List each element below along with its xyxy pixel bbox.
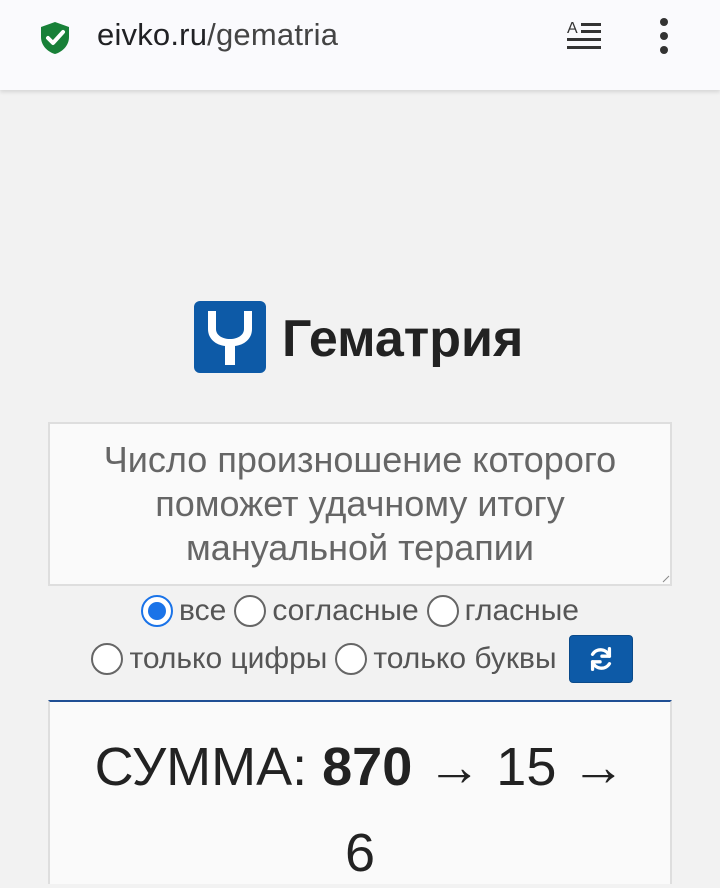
radio-vowels[interactable] — [426, 595, 459, 627]
radio-consonants[interactable] — [234, 595, 267, 627]
sum-value: 870 — [322, 737, 413, 797]
option-letters-only-label: только буквы — [373, 642, 557, 675]
more-menu-icon[interactable] — [650, 15, 678, 59]
reduced-sum-1: 15 — [496, 737, 557, 797]
option-digits-only[interactable]: только цифры — [91, 642, 327, 676]
option-letters-only[interactable]: только буквы — [335, 642, 557, 676]
sum-label: СУММА: — [94, 737, 308, 797]
logo-glyph-icon — [208, 311, 252, 365]
reduced-sum-2: 6 — [344, 823, 376, 883]
url-path: /gematria — [207, 17, 339, 52]
sum-line: СУММА: 870 → 15 → — [50, 732, 670, 802]
refresh-icon — [590, 647, 611, 671]
svg-text:A: A — [567, 20, 578, 37]
site-logo[interactable] — [194, 301, 266, 373]
resize-grip-icon[interactable] — [662, 575, 670, 583]
phrase-input[interactable]: Число произношение которого поможет удач… — [48, 422, 672, 586]
count-options-row-1: все согласные гласные — [0, 588, 720, 634]
option-all[interactable]: все — [141, 594, 226, 628]
shield-check-icon[interactable] — [38, 20, 72, 56]
arrow-1: → — [427, 737, 482, 797]
radio-letters-only[interactable] — [335, 643, 368, 675]
arrow-2: → — [571, 737, 626, 797]
result-panel: СУММА: 870 → 15 → 6 — [48, 700, 672, 884]
option-digits-only-label: только цифры — [129, 642, 328, 675]
radio-digits-only[interactable] — [91, 643, 124, 675]
option-vowels[interactable]: гласные — [426, 594, 579, 628]
option-consonants[interactable]: согласные — [234, 594, 419, 628]
option-vowels-label: гласные — [464, 594, 579, 627]
radio-all[interactable] — [141, 595, 174, 627]
url-field[interactable]: eivko.ru/gematria — [97, 17, 338, 53]
option-all-label: все — [179, 594, 227, 627]
browser-toolbar: eivko.ru/gematria A — [0, 0, 720, 90]
url-host: eivko.ru — [97, 17, 208, 52]
count-options-row-2: только цифры только буквы — [0, 635, 720, 683]
reader-mode-icon[interactable]: A — [563, 17, 605, 53]
option-consonants-label: согласные — [272, 594, 419, 627]
page-title: Гематрия — [282, 310, 524, 368]
refresh-button[interactable] — [568, 635, 633, 683]
